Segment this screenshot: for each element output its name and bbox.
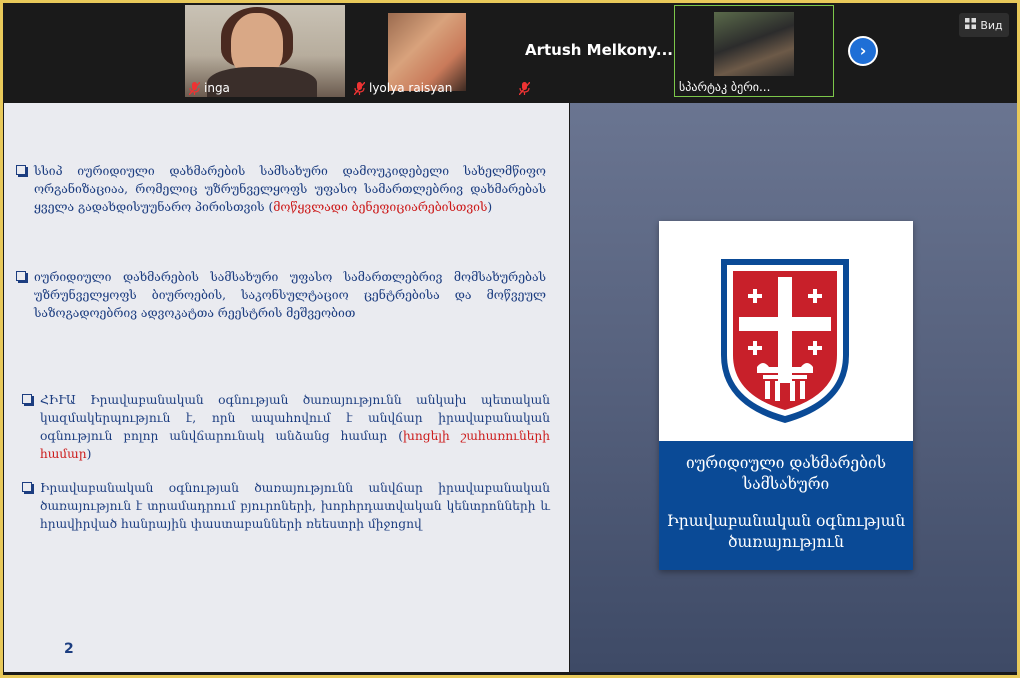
bullet-3: ՀԻՒԱ Իրավաբանական օգնության ծառայություն… bbox=[22, 391, 550, 463]
muted-mic-icon bbox=[189, 81, 200, 95]
participant-tile-artush[interactable]: Artush Melkony... bbox=[515, 5, 673, 97]
logo-caption: იურიდიული დახმარების სამსახური Իրավաբանա… bbox=[659, 441, 913, 570]
participant-name: lyolya raisyan bbox=[369, 81, 453, 95]
next-participants-button[interactable]: › bbox=[848, 36, 878, 66]
meeting-window: inga lyolya raisyan Artush Melkony... სპ… bbox=[3, 3, 1017, 675]
bullet-square-icon bbox=[22, 482, 32, 492]
participant-tile-lyolya[interactable]: lyolya raisyan bbox=[350, 5, 510, 97]
participant-name: inga bbox=[204, 81, 230, 95]
bullet-4: Իրավաբանական օգնության ծառայությունն անվ… bbox=[22, 479, 550, 533]
slide-text-panel: სსიპ იურიდიული დახმარების სამსახური დამო… bbox=[4, 103, 569, 672]
bullet-1: სსიპ იურიდიული დახმარების სამსახური დამო… bbox=[16, 162, 546, 216]
bullet-square-icon bbox=[16, 165, 26, 175]
page-number: 2 bbox=[64, 641, 74, 657]
participant-tile-spartak[interactable]: სპარტაკ ბერი... bbox=[674, 5, 834, 97]
participant-name: Artush Melkony... bbox=[525, 41, 673, 59]
participant-strip: inga lyolya raisyan Artush Melkony... სპ… bbox=[3, 3, 1017, 101]
avatar bbox=[714, 12, 794, 76]
card-title-armenian: Իրավաբանական օգնության ծառայություն bbox=[666, 512, 906, 551]
muted-mic-icon bbox=[354, 81, 365, 95]
shared-slide: სსიპ იურიდიული დახმარების სამსახური დამო… bbox=[4, 103, 1017, 672]
card-title-georgian: იურიდიული დახმარების სამსახური bbox=[685, 454, 887, 493]
participant-name: სპარტაკ ბერი... bbox=[679, 80, 771, 94]
bullet-2: იურიდიული დახმარების სამსახური უფასო სამ… bbox=[16, 268, 546, 322]
participant-tile-inga[interactable]: inga bbox=[185, 5, 345, 97]
chevron-right-icon: › bbox=[850, 38, 876, 64]
bullet-square-icon bbox=[22, 394, 32, 404]
logo-card: იურიდიული დახმარების სამსახური Իրավաբանա… bbox=[659, 221, 913, 570]
muted-mic-icon bbox=[519, 82, 530, 95]
legal-aid-emblem-icon bbox=[717, 255, 853, 425]
bullet-square-icon bbox=[16, 271, 26, 281]
view-label: Вид bbox=[980, 18, 1003, 32]
view-button[interactable]: Вид bbox=[959, 13, 1009, 37]
grid-icon bbox=[965, 18, 977, 32]
avatar bbox=[388, 13, 466, 91]
